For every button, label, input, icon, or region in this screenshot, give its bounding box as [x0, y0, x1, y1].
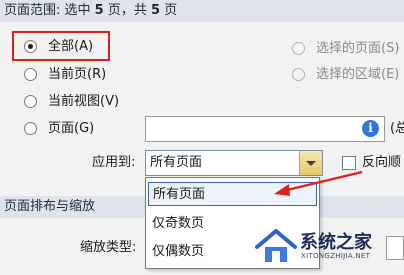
house-logo-icon	[255, 229, 297, 262]
watermark-logo: 系统之家 XITONGZHIJIA.NET	[254, 222, 404, 275]
watermark-url: XITONGZHIJIA.NET	[301, 252, 371, 260]
watermark-title: 系统之家	[300, 232, 372, 253]
